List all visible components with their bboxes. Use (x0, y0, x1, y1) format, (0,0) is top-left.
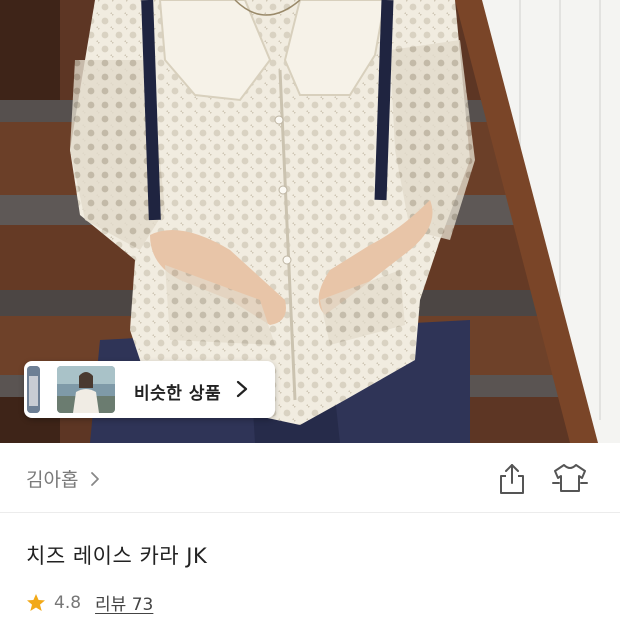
product-title: 치즈 레이스 카라 JK (26, 544, 208, 568)
brand-bar: 김아홉 (0, 443, 620, 513)
product-image[interactable]: 비슷한 상품 (0, 0, 620, 443)
review-count-link[interactable]: 리뷰 73 (95, 590, 153, 615)
thumbnail-photo-1 (27, 366, 40, 413)
similar-products-button[interactable]: 비슷한 상품 (24, 361, 275, 418)
rating-row: 4.8 리뷰 73 (26, 590, 153, 615)
similar-products-label: 비슷한 상품 (134, 384, 222, 404)
chevron-right-icon (236, 380, 248, 398)
brand-link[interactable]: 김아홉 (26, 465, 100, 492)
tshirt-icon[interactable] (552, 462, 588, 494)
brand-name: 김아홉 (26, 469, 79, 491)
star-icon (27, 593, 45, 611)
thumbnail-photo-2 (57, 366, 115, 413)
similar-thumbnail-1 (27, 366, 40, 413)
section-divider (0, 512, 620, 513)
rating-value: 4.8 (54, 592, 82, 613)
share-icon[interactable] (497, 462, 527, 496)
chevron-right-icon (91, 471, 100, 486)
similar-thumbnail-2 (57, 366, 115, 413)
